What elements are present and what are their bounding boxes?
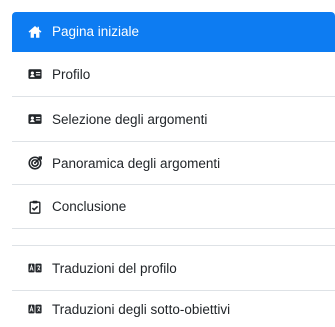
language-icon (28, 261, 42, 275)
nav-item-label: Selezione degli argomenti (52, 111, 208, 127)
menu-divider (12, 229, 335, 246)
nav-item-label: Conclusione (52, 199, 127, 214)
language-icon (28, 302, 42, 316)
nav-item-profilo[interactable]: Profilo (12, 52, 335, 97)
nav-item-label: Pagina iniziale (52, 24, 140, 39)
nav-item-traduzioni-sotto-obiettivi[interactable]: Traduzioni degli sotto-obiettivi (12, 291, 335, 327)
nav-item-selezione-argomenti[interactable]: Selezione degli argomenti (12, 97, 335, 142)
target-icon (28, 156, 42, 170)
nav-item-label: Panoramica degli argomenti (52, 155, 221, 171)
id-card-icon (28, 112, 42, 126)
nav-item-label: Traduzioni degli sotto-obiettivi (52, 301, 231, 317)
nav-item-traduzioni-profilo[interactable]: Traduzioni del profilo (12, 246, 335, 291)
nav-item-label: Profilo (52, 66, 91, 82)
sidebar-menu: Pagina iniziale Profilo Selezione degli … (0, 0, 335, 327)
nav-item-conclusione[interactable]: Conclusione (12, 185, 335, 229)
nav-item-panoramica-argomenti[interactable]: Panoramica degli argomenti (12, 142, 335, 185)
nav-item-label: Traduzioni del profilo (52, 260, 177, 276)
id-card-icon (28, 67, 42, 81)
home-icon (28, 25, 42, 39)
clipboard-check-icon (28, 200, 42, 214)
nav-item-pagina-iniziale[interactable]: Pagina iniziale (12, 12, 335, 52)
